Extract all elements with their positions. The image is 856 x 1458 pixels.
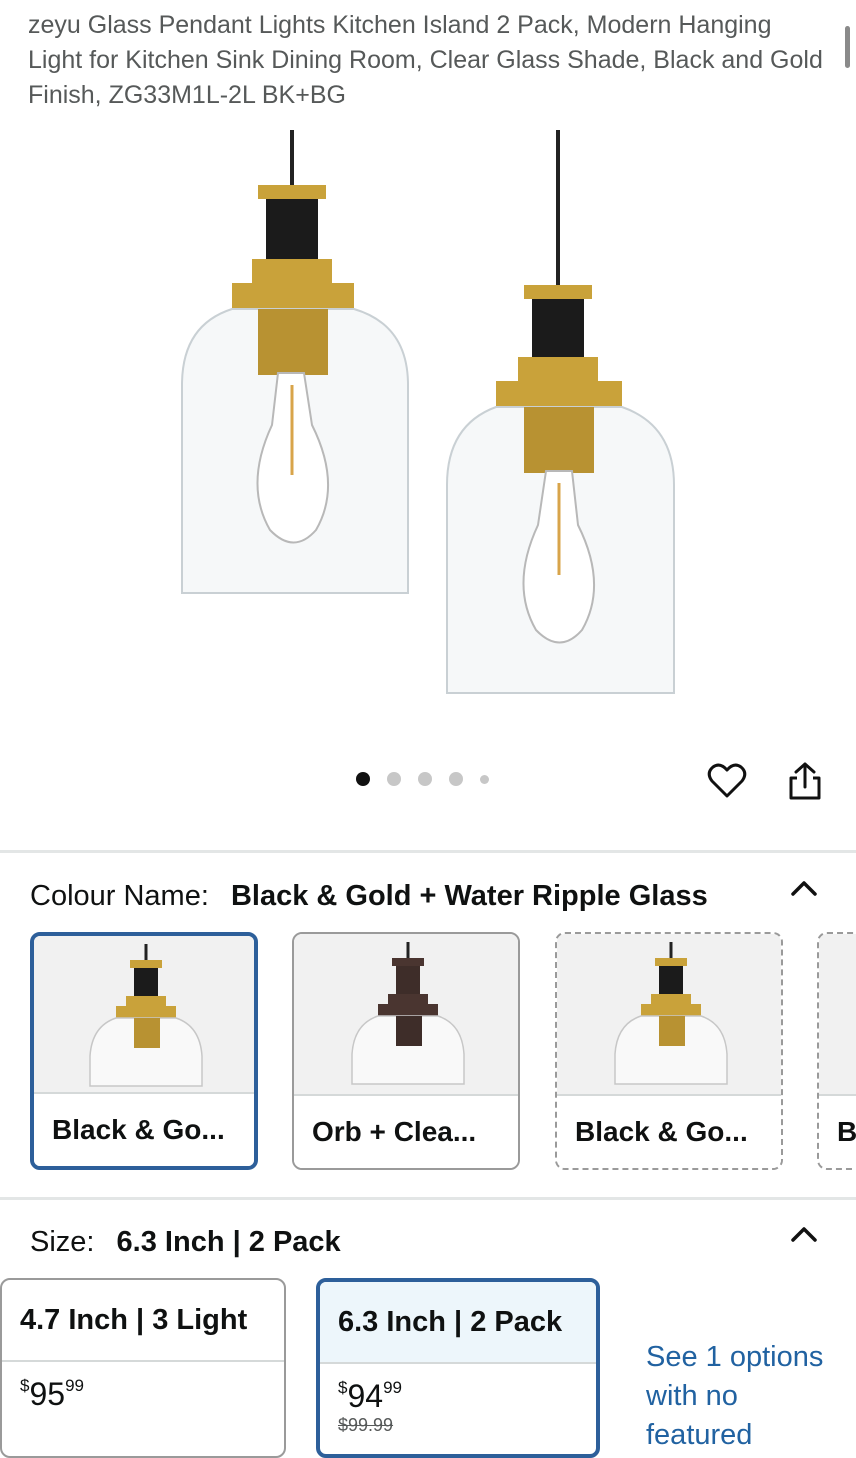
size-option-label: 4.7 Inch | 3 Light	[2, 1280, 284, 1362]
heart-icon	[707, 763, 747, 798]
colour-option-label: Black & Go...	[34, 1092, 254, 1166]
size-option-price: $9499	[320, 1364, 596, 1415]
colour-label: Colour Name:	[30, 880, 209, 912]
size-option-2[interactable]: 6.3 Inch | 2 Pack $9499 $99.99	[316, 1278, 600, 1458]
see-more-options-link[interactable]: See 1 options with no featured	[646, 1338, 846, 1455]
section-divider	[0, 1197, 856, 1200]
collapse-chevron-up-icon[interactable]	[790, 1224, 818, 1244]
colour-option-3[interactable]: Black & Go...	[555, 932, 783, 1170]
scrollbar-thumb[interactable]	[845, 26, 850, 68]
gallery-dot-3[interactable]	[418, 772, 432, 786]
product-image-gallery[interactable]	[0, 125, 856, 735]
price-cents: 99	[65, 1376, 84, 1395]
colour-option-thumbnail	[34, 936, 254, 1100]
price-cents: 99	[383, 1378, 402, 1397]
gallery-dot-2[interactable]	[387, 772, 401, 786]
colour-option-label: Orb + Clea...	[294, 1094, 518, 1168]
product-title: zeyu Glass Pendant Lights Kitchen Island…	[28, 11, 823, 109]
gallery-dot-1[interactable]	[356, 772, 370, 786]
size-label: Size:	[30, 1226, 95, 1258]
gallery-dot-5[interactable]	[480, 774, 489, 784]
section-divider	[0, 850, 856, 853]
pendant-right	[446, 130, 675, 694]
size-option-price: $9599	[2, 1362, 284, 1413]
price-whole: 95	[29, 1376, 66, 1412]
price-whole: 94	[347, 1378, 384, 1414]
size-option-list-price: $99.99	[338, 1415, 394, 1435]
size-option-1[interactable]: 4.7 Inch | 3 Light $9599	[0, 1278, 286, 1458]
product-image	[181, 130, 675, 694]
colour-option-thumbnail	[294, 934, 518, 1098]
colour-option-label: B	[819, 1094, 856, 1168]
size-option-label: 6.3 Inch | 2 Pack	[320, 1282, 596, 1364]
gallery-dot-4[interactable]	[449, 772, 463, 786]
colour-option-thumbnail	[819, 934, 856, 1098]
share-icon	[789, 762, 821, 800]
size-label-row: Size: 6.3 Inch | 2 Pack	[30, 1226, 341, 1259]
collapse-chevron-up-icon[interactable]	[790, 878, 818, 898]
colour-selected-value: Black & Gold + Water Ripple Glass	[230, 880, 708, 912]
colour-option-4[interactable]: B	[817, 932, 856, 1170]
colour-option-label: Black & Go...	[557, 1094, 781, 1168]
gallery-pagination	[356, 772, 506, 786]
size-selected-value: 6.3 Inch | 2 Pack	[116, 1226, 341, 1258]
colour-label-row: Colour Name: Black & Gold + Water Ripple…	[30, 880, 708, 913]
pendant-left	[181, 130, 409, 594]
colour-option-thumbnail	[557, 934, 781, 1098]
share-button[interactable]	[784, 760, 826, 802]
colour-option-1[interactable]: Black & Go...	[30, 932, 258, 1170]
colour-option-2[interactable]: Orb + Clea...	[292, 932, 520, 1170]
wishlist-button[interactable]	[706, 760, 748, 802]
